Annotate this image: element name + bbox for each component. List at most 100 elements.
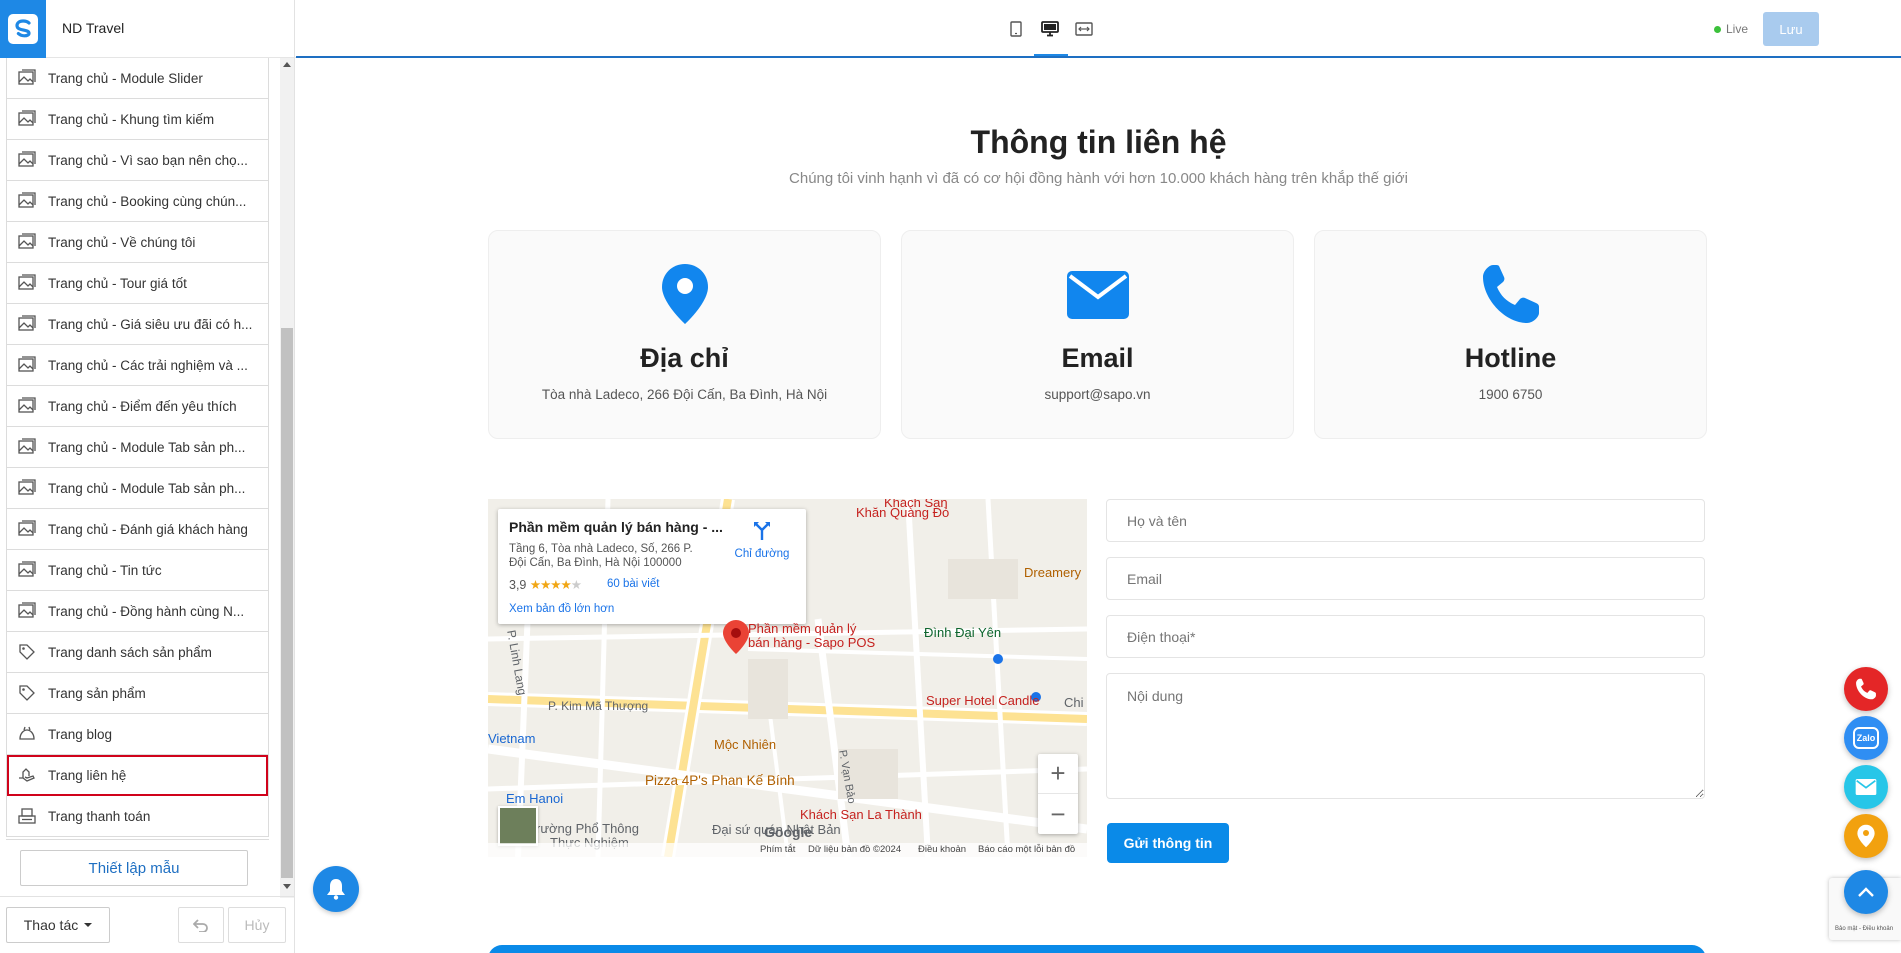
caret-down-icon xyxy=(84,923,93,927)
scroll-to-top-button[interactable] xyxy=(1844,870,1888,914)
sidebar-item[interactable]: Trang chủ - Module Tab sản ph... xyxy=(7,468,268,509)
directions-button[interactable]: Chỉ đường xyxy=(726,519,798,560)
preview-canvas: Thông tin liên hệ Chúng tôi vinh hạnh vì… xyxy=(296,58,1901,953)
template-setup-button[interactable]: Thiết lập mẫu xyxy=(20,850,248,886)
sidebar-item[interactable]: Trang chủ - Vì sao bạn nên chọ... xyxy=(7,140,268,181)
zalo-label: Zalo xyxy=(1856,733,1876,743)
map-data-text: Dữ liệu bản đồ ©2024 xyxy=(808,844,902,855)
sidebar-item[interactable]: Trang chủ - Đồng hành cùng N... xyxy=(7,591,268,632)
next-section-band xyxy=(488,945,1706,953)
sidebar-item[interactable]: Trang thanh toán xyxy=(7,796,268,837)
save-button[interactable]: Lưu xyxy=(1763,12,1819,46)
location-button[interactable] xyxy=(1844,814,1888,858)
sidebar-item-label: Trang chủ - Đồng hành cùng N... xyxy=(48,603,245,619)
map-shortcuts-link[interactable]: Phím tắt xyxy=(760,844,795,855)
sidebar-item[interactable]: Trang chủ - Tin tức xyxy=(7,550,268,591)
sidebar-item[interactable]: Trang chủ - Các trải nghiệm và ... xyxy=(7,345,268,386)
sidebar-item[interactable]: Trang chủ - Module Slider xyxy=(7,58,268,99)
view-larger-map-link[interactable]: Xem bản đồ lớn hơn xyxy=(509,603,614,615)
image-icon xyxy=(17,601,37,621)
page-subtitle: Chúng tôi vinh hạnh vì đã có cơ hội đồng… xyxy=(789,170,1408,187)
undo-button[interactable] xyxy=(178,907,224,943)
rating-value: 3,9 xyxy=(509,578,527,592)
sapo-logo[interactable] xyxy=(0,0,46,58)
name-field[interactable] xyxy=(1106,499,1705,542)
address-card: Địa chỉ Tòa nhà Ladeco, 266 Đội Cấn, Ba … xyxy=(488,230,881,439)
card-title: Địa chỉ xyxy=(640,343,729,373)
live-status: Live xyxy=(1714,22,1748,36)
sidebar-item-label: Trang chủ - Giá siêu ưu đãi có h... xyxy=(48,316,253,332)
envelope-icon xyxy=(902,271,1293,335)
call-button[interactable] xyxy=(1844,667,1888,711)
sidebar-item[interactable]: Trang blog xyxy=(7,714,268,755)
fullwidth-view-icon[interactable] xyxy=(1074,18,1094,40)
card-text: Tòa nhà Ladeco, 266 Đội Cấn, Ba Đình, Hà… xyxy=(541,387,828,402)
actions-label: Thao tác xyxy=(23,917,79,933)
sidebar-item-label: Trang chủ - Tin tức xyxy=(48,562,162,578)
rating-stars-icon: ★★★★★ xyxy=(530,578,582,592)
zoom-in-button[interactable]: + xyxy=(1038,754,1078,794)
submit-button[interactable]: Gửi thông tin xyxy=(1107,823,1229,863)
cancel-button[interactable]: Hủy xyxy=(228,907,286,943)
sidebar-item-label: Trang chủ - Vì sao bạn nên chọ... xyxy=(48,152,248,168)
stars-empty: ★ xyxy=(570,578,582,592)
checkout-icon xyxy=(17,806,37,826)
scroll-thumb[interactable] xyxy=(281,328,293,878)
map-label-moc-nhien: Mộc Nhiên xyxy=(714,737,777,752)
sidebar-item[interactable]: Trang chủ - Booking cùng chún... xyxy=(7,181,268,222)
sidebar-item[interactable]: Trang sản phẩm xyxy=(7,673,268,714)
bell-icon xyxy=(327,879,345,900)
sidebar-item[interactable]: Trang chủ - Tour giá tốt xyxy=(7,263,268,304)
email-field[interactable] xyxy=(1106,557,1705,600)
satellite-toggle[interactable] xyxy=(498,806,538,846)
phone-field[interactable] xyxy=(1106,615,1705,658)
sidebar-item[interactable]: Trang chủ - Đánh giá khách hàng xyxy=(7,509,268,550)
zoom-out-button[interactable]: − xyxy=(1038,794,1078,834)
map-label-em-hanoi: Em Hanoi xyxy=(506,791,564,806)
divider xyxy=(6,839,269,840)
actions-dropdown[interactable]: Thao tác xyxy=(6,907,110,943)
logo-s-icon xyxy=(8,14,38,44)
live-label: Live xyxy=(1726,22,1749,36)
content-field[interactable] xyxy=(1106,673,1705,799)
sidebar-item-label: Trang chủ - Tour giá tốt xyxy=(48,275,187,291)
sidebar-item-label: Trang chủ - Module Tab sản ph... xyxy=(48,480,246,496)
contact-hand-icon xyxy=(17,765,37,785)
card-title: Hotline xyxy=(1464,343,1557,373)
map-report-link[interactable]: Báo cáo một lỗi bản đồ xyxy=(978,844,1075,855)
map-marker-icon xyxy=(723,620,749,654)
map-rating: 3,9 ★★★★★ xyxy=(509,577,582,592)
sidebar-item-label: Trang chủ - Module Tab sản ph... xyxy=(48,439,246,455)
sidebar-item[interactable]: Trang danh sách sản phẩm xyxy=(7,632,268,673)
card-title: Email xyxy=(1061,343,1134,373)
zalo-button[interactable]: Zalo xyxy=(1844,716,1888,760)
map-label-pizza: Pizza 4P's Phan Kế Bính xyxy=(645,773,795,788)
sidebar-item[interactable]: Trang chủ - Về chúng tôi xyxy=(7,222,268,263)
sidebar-item[interactable]: Trang liên hệ xyxy=(7,755,268,796)
map-label-la-thanh: Khách Sạn La Thành xyxy=(800,807,922,822)
image-icon xyxy=(17,355,37,375)
scroll-down-arrow-icon[interactable] xyxy=(283,884,291,889)
sidebar-item-label: Trang chủ - Đánh giá khách hàng xyxy=(48,521,248,537)
desktop-view-icon[interactable] xyxy=(1040,18,1060,40)
sidebar-item[interactable]: Trang chủ - Giá siêu ưu đãi có h... xyxy=(7,304,268,345)
sidebar-item[interactable]: Trang chủ - Module Tab sản ph... xyxy=(7,427,268,468)
store-name: ND Travel xyxy=(62,20,125,36)
mail-button[interactable] xyxy=(1844,765,1888,809)
device-switcher xyxy=(1006,18,1094,40)
map-terms-link[interactable]: Điều khoản xyxy=(918,844,966,855)
sidebar-item[interactable]: Trang chủ - Điểm đến yêu thích xyxy=(7,386,268,427)
undo-icon xyxy=(193,919,208,932)
phone-icon xyxy=(1315,263,1706,327)
mobile-view-icon[interactable] xyxy=(1006,18,1026,40)
sidebar-item[interactable]: Trang chủ - Khung tìm kiếm xyxy=(7,99,268,140)
image-icon xyxy=(17,150,37,170)
sidebar-scrollbar[interactable] xyxy=(280,58,294,898)
map-reviews-link[interactable]: 60 bài viết xyxy=(607,578,659,590)
map-label-place: Phần mềm quản lý bán hàng - Sapo POS xyxy=(748,621,876,650)
sidebar-item-label: Trang chủ - Module Slider xyxy=(48,70,203,86)
image-icon xyxy=(17,478,37,498)
embedded-map[interactable]: Phần mềm quản lý bán hàng - ... Tầng 6, … xyxy=(488,499,1087,857)
scroll-up-arrow-icon[interactable] xyxy=(283,62,291,67)
notification-bell-button[interactable] xyxy=(313,866,359,912)
